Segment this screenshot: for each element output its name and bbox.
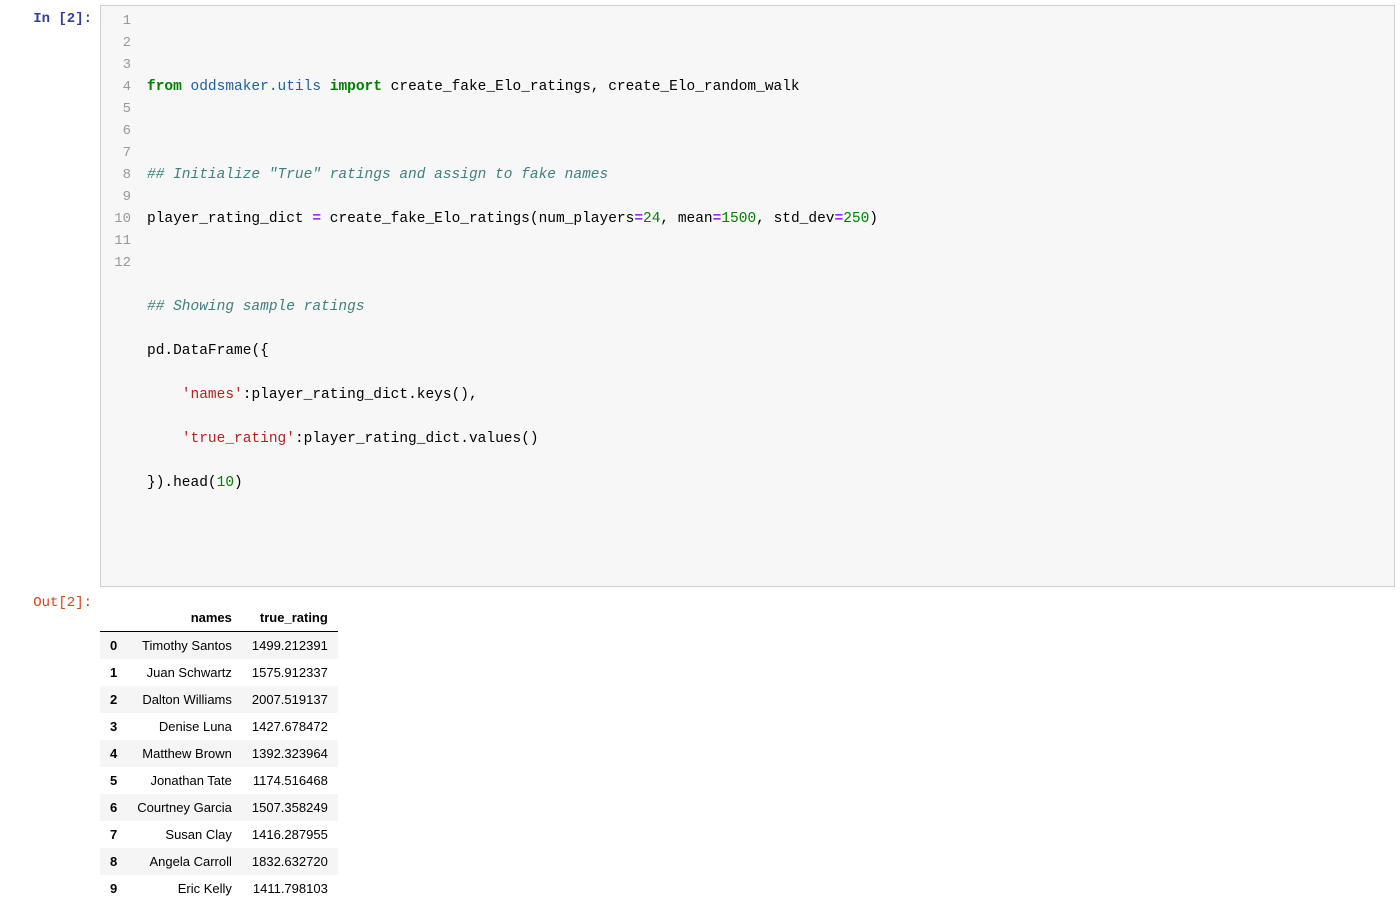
cell-names: Juan Schwartz — [127, 659, 242, 686]
output-area: names true_rating 0Timothy Santos1499.21… — [100, 589, 1395, 902]
cell-names: Jonathan Tate — [127, 767, 242, 794]
table-row: 6Courtney Garcia1507.358249 — [100, 794, 338, 821]
line-number: 6 — [101, 120, 131, 142]
table-row: 0Timothy Santos1499.212391 — [100, 632, 338, 660]
row-index: 1 — [100, 659, 127, 686]
output-cell: Out[2]: names true_rating 0Timothy Santo… — [5, 589, 1395, 902]
cell-true-rating: 1411.798103 — [242, 875, 338, 902]
table-row: 2Dalton Williams2007.519137 — [100, 686, 338, 713]
dataframe-table: names true_rating 0Timothy Santos1499.21… — [100, 604, 338, 902]
cell-names: Timothy Santos — [127, 632, 242, 660]
cell-true-rating: 1507.358249 — [242, 794, 338, 821]
row-index: 3 — [100, 713, 127, 740]
row-index: 4 — [100, 740, 127, 767]
line-number: 5 — [101, 98, 131, 120]
row-index: 2 — [100, 686, 127, 713]
code-content[interactable]: from oddsmaker.utils import create_fake_… — [141, 10, 1394, 582]
table-row: 7Susan Clay1416.287955 — [100, 821, 338, 848]
cell-true-rating: 1174.516468 — [242, 767, 338, 794]
line-number: 7 — [101, 142, 131, 164]
row-index: 5 — [100, 767, 127, 794]
cell-names: Denise Luna — [127, 713, 242, 740]
cell-names: Matthew Brown — [127, 740, 242, 767]
row-index: 6 — [100, 794, 127, 821]
line-number-gutter: 1 2 3 4 5 6 7 8 9 10 11 12 — [101, 10, 141, 582]
cell-names: Susan Clay — [127, 821, 242, 848]
row-index: 0 — [100, 632, 127, 660]
table-row: 5Jonathan Tate1174.516468 — [100, 767, 338, 794]
line-number: 9 — [101, 186, 131, 208]
cell-names: Courtney Garcia — [127, 794, 242, 821]
cell-true-rating: 1427.678472 — [242, 713, 338, 740]
column-header-true-rating: true_rating — [242, 604, 338, 632]
cell-names: Eric Kelly — [127, 875, 242, 902]
table-row: 8Angela Carroll1832.632720 — [100, 848, 338, 875]
row-index: 9 — [100, 875, 127, 902]
line-number: 11 — [101, 230, 131, 252]
input-prompt: In [2]: — [5, 5, 100, 587]
table-header: names true_rating — [100, 604, 338, 632]
cell-names: Dalton Williams — [127, 686, 242, 713]
cell-true-rating: 1499.212391 — [242, 632, 338, 660]
input-cell: In [2]: 1 2 3 4 5 6 7 8 9 10 11 12 from … — [5, 5, 1395, 587]
cell-true-rating: 1832.632720 — [242, 848, 338, 875]
line-number: 10 — [101, 208, 131, 230]
line-number: 8 — [101, 164, 131, 186]
cell-true-rating: 1416.287955 — [242, 821, 338, 848]
table-row: 1Juan Schwartz1575.912337 — [100, 659, 338, 686]
cell-true-rating: 1392.323964 — [242, 740, 338, 767]
cell-true-rating: 2007.519137 — [242, 686, 338, 713]
row-index: 7 — [100, 821, 127, 848]
line-number: 2 — [101, 32, 131, 54]
row-index: 8 — [100, 848, 127, 875]
line-number: 12 — [101, 252, 131, 274]
column-header-names: names — [127, 604, 242, 632]
table-row: 4Matthew Brown1392.323964 — [100, 740, 338, 767]
code-input-area[interactable]: 1 2 3 4 5 6 7 8 9 10 11 12 from oddsmake… — [100, 5, 1395, 587]
table-body: 0Timothy Santos1499.2123911Juan Schwartz… — [100, 632, 338, 903]
index-header — [100, 604, 127, 632]
line-number: 1 — [101, 10, 131, 32]
cell-true-rating: 1575.912337 — [242, 659, 338, 686]
line-number: 4 — [101, 76, 131, 98]
table-row: 3Denise Luna1427.678472 — [100, 713, 338, 740]
output-prompt: Out[2]: — [5, 589, 100, 902]
table-row: 9Eric Kelly1411.798103 — [100, 875, 338, 902]
line-number: 3 — [101, 54, 131, 76]
cell-names: Angela Carroll — [127, 848, 242, 875]
